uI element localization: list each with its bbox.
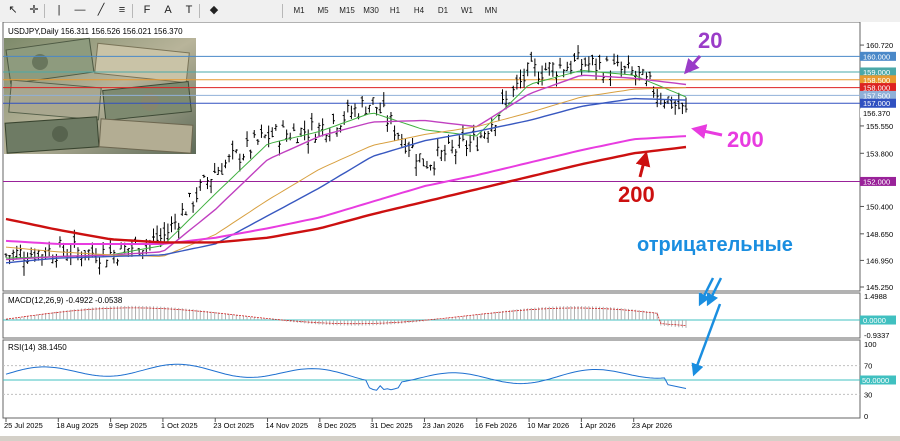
price-label: 150.400	[866, 202, 893, 211]
toolbar-separator	[282, 4, 283, 18]
toolbar-separator	[132, 4, 133, 18]
vertical-line-icon[interactable]: |	[52, 3, 66, 18]
rsi-tick-label: 0	[864, 412, 868, 421]
time-label: 8 Dec 2025	[318, 421, 356, 430]
time-label: 23 Apr 2026	[632, 421, 672, 430]
macd-tick-label: -0.9337	[864, 331, 889, 340]
annotation-ma200-red: 200	[618, 182, 655, 207]
price-tag-label: 156.370	[863, 109, 890, 118]
annotation-ma20: 20	[698, 28, 722, 53]
time-label: 9 Sep 2025	[109, 421, 147, 430]
price-label: 148.650	[866, 230, 893, 239]
time-label: 10 Mar 2026	[527, 421, 569, 430]
macd-label: MACD(12,26,9) -0.4922 -0.0538	[8, 296, 123, 305]
channel-icon[interactable]: ≡	[115, 3, 129, 18]
price-tag-label: 160.000	[863, 52, 890, 61]
timeframe-m15[interactable]: M15	[336, 3, 358, 18]
price-label: 145.250	[866, 283, 893, 292]
time-label: 31 Dec 2025	[370, 421, 413, 430]
rsi-tick-label: 70	[864, 362, 872, 371]
time-label: 14 Nov 2025	[266, 421, 309, 430]
timeframe-m5[interactable]: M5	[312, 3, 334, 18]
rsi-pane	[2, 339, 861, 419]
time-label: 25 Jul 2025	[4, 421, 43, 430]
rsi-tick-label: 100	[864, 340, 877, 349]
price-label: 160.720	[866, 41, 893, 50]
timeframe-mn[interactable]: MN	[480, 3, 502, 18]
price-label: 155.550	[866, 122, 893, 131]
time-label: 1 Oct 2025	[161, 421, 198, 430]
price-label: 146.950	[866, 256, 893, 265]
price-tag-label: 157.000	[863, 99, 890, 108]
macd-tick-label: 0.0000	[863, 316, 886, 325]
timeframe-m1[interactable]: M1	[288, 3, 310, 18]
timeframe-d1[interactable]: D1	[432, 3, 454, 18]
time-label: 18 Aug 2025	[56, 421, 98, 430]
horizontal-line-icon[interactable]: —	[73, 3, 87, 18]
rsi-label: RSI(14) 38.1450	[8, 343, 67, 352]
trendline-icon[interactable]: ╱	[94, 3, 108, 18]
price-tag-label: 152.000	[863, 177, 890, 186]
time-label: 23 Oct 2025	[213, 421, 254, 430]
timeframe-w1[interactable]: W1	[456, 3, 478, 18]
time-label: 16 Feb 2026	[475, 421, 517, 430]
annotation-ma200-pink: 200	[727, 127, 764, 152]
shapes-icon[interactable]: ◆	[207, 3, 221, 18]
toolbar-separator	[44, 4, 45, 18]
label-icon[interactable]: T	[182, 3, 196, 18]
fibonacci-icon[interactable]: F	[140, 3, 154, 18]
timeframe-h1[interactable]: H1	[384, 3, 406, 18]
toolbar: ↖ ✛ | — ╱ ≡ F A T ◆ M1 M5 M15 M30 H1 H4 D1 W1 MN	[0, 0, 900, 23]
text-icon[interactable]: A	[161, 3, 175, 18]
money-photo	[4, 37, 196, 154]
macd-tick-label: 1.4988	[864, 292, 887, 301]
annotation-negative: отрицательные	[637, 234, 793, 256]
rsi-tick-label: 50.0000	[862, 376, 889, 385]
price-chart-svg[interactable]: 25 Jul 2025 18 Aug 2025 9 Sep 2025 1 Oct 20…	[0, 21, 900, 436]
chart-symbol-ohlc: USDJPY,Daily 156.311 156.526 156.021 156…	[8, 27, 183, 36]
chart-area[interactable]: 25 Jul 2025 18 Aug 2025 9 Sep 2025 1 Oct 20…	[0, 21, 900, 436]
rsi-tick-label: 30	[864, 390, 872, 399]
timeframe-m30[interactable]: M30	[360, 3, 382, 18]
price-label: 153.800	[866, 149, 893, 158]
time-label: 1 Apr 2026	[579, 421, 615, 430]
cursor-icon[interactable]: ↖	[6, 3, 20, 18]
crosshair-icon[interactable]: ✛	[27, 3, 41, 18]
toolbar-separator	[199, 4, 200, 18]
time-label: 23 Jan 2026	[422, 421, 463, 430]
timeframe-h4[interactable]: H4	[408, 3, 430, 18]
terminal-window: ↖ ✛ | — ╱ ≡ F A T ◆ M1 M5 M15 M30 H1 H4 D1 W1 MN	[0, 0, 900, 436]
